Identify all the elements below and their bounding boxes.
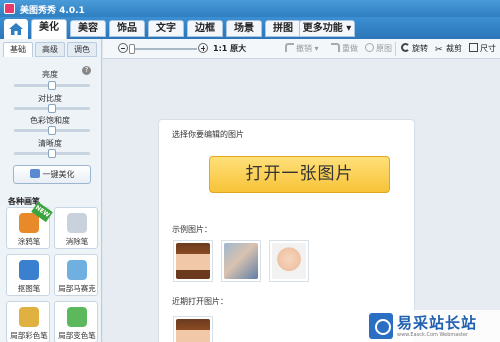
sample-image-2[interactable] — [221, 240, 261, 282]
recent-images-label: 近期打开图片： — [172, 297, 228, 306]
home-icon — [9, 23, 23, 35]
subtab-basic[interactable]: 基础 — [3, 42, 33, 57]
contrast-label: 对比度 — [38, 94, 62, 103]
recent-photo-1 — [176, 319, 210, 342]
brush-mosaic[interactable]: 局部马赛克 — [54, 254, 98, 296]
subtab-advanced[interactable]: 高级 — [35, 42, 65, 57]
contrast-slider-thumb[interactable] — [48, 104, 56, 113]
brightness-label: 亮度 — [42, 70, 58, 79]
zoom-in-icon[interactable] — [198, 43, 208, 53]
welcome-card: 选择你要编辑的图片 打开一张图片 示例图片： 近期打开图片： — [158, 119, 415, 342]
saturation-label: 色彩饱和度 — [30, 116, 70, 125]
color-brush-icon — [67, 307, 87, 327]
undo-label: 撤销 — [296, 44, 312, 53]
original-icon — [365, 43, 374, 52]
brush-local-color-label: 局部彩色笔 — [10, 331, 48, 340]
redo-label: 重做 — [342, 44, 358, 53]
sample-photo-1 — [176, 243, 210, 279]
rotate-label: 旋转 — [412, 44, 428, 53]
scissors-icon: ✂ — [435, 45, 443, 55]
sample-photo-3 — [272, 243, 306, 279]
actual-size-button[interactable]: 1:1 原大 — [213, 43, 246, 55]
one-key-beautify-label: 一键美化 — [42, 170, 75, 179]
one-key-beautify-button[interactable]: 一键美化 — [13, 165, 91, 184]
tab-scene[interactable]: 场景 — [226, 20, 262, 37]
tab-face[interactable]: 美容 — [70, 20, 106, 37]
original-label: 原图 — [376, 44, 392, 53]
open-image-button[interactable]: 打开一张图片 — [209, 156, 390, 193]
crop-label: 裁剪 — [446, 44, 462, 53]
toolbar-divider — [395, 42, 396, 56]
rotate-icon — [401, 43, 410, 52]
redo-icon — [331, 43, 340, 52]
recent-image-1[interactable] — [173, 316, 213, 342]
title-bar: 美图秀秀 4.0.1 — [0, 0, 500, 17]
canvas-area: 选择你要编辑的图片 打开一张图片 示例图片： 近期打开图片： — [103, 59, 500, 342]
undo-dropdown-icon[interactable]: ▾ — [312, 44, 319, 53]
brush-doodle[interactable]: NEW 涂鸦笔 — [6, 201, 53, 249]
tab-frame[interactable]: 边框 — [187, 20, 223, 37]
zoom-slider[interactable] — [131, 48, 197, 50]
tab-accessories[interactable]: 饰品 — [109, 20, 145, 37]
saturation-slider[interactable] — [14, 126, 90, 135]
brush-cutout[interactable]: 抠图笔 — [6, 254, 50, 296]
sample-photo-2 — [224, 243, 258, 279]
tab-text[interactable]: 文字 — [148, 20, 184, 37]
mosaic-icon — [67, 260, 87, 280]
sample-images-label: 示例图片： — [172, 225, 212, 234]
subtab-color[interactable]: 调色 — [67, 42, 97, 57]
saturation-slider-thumb[interactable] — [48, 126, 56, 135]
brush-color-change-label: 局部变色笔 — [58, 331, 96, 340]
resize-icon — [469, 43, 478, 52]
brush-eraser[interactable]: 消除笔 — [54, 207, 98, 249]
watermark-subtext: www.Easck.Com Webmaster — [397, 332, 469, 338]
watermark-logo-icon — [369, 313, 393, 339]
brush-eraser-label: 消除笔 — [65, 237, 89, 246]
main-tab-bar: 美化 美容 饰品 文字 边框 场景 拼图 更多功能 ▾ — [0, 17, 500, 39]
redo-button[interactable]: 重做 — [331, 43, 358, 55]
sample-image-3[interactable] — [269, 240, 309, 282]
tab-more-functions[interactable]: 更多功能 ▾ — [299, 20, 355, 37]
brush-cutout-label: 抠图笔 — [17, 284, 41, 293]
sharpness-slider[interactable] — [14, 149, 90, 158]
rotate-button[interactable]: 旋转 — [401, 43, 428, 55]
sharpness-slider-thumb[interactable] — [48, 149, 56, 158]
zoom-slider-thumb[interactable] — [129, 44, 135, 54]
brush-local-color[interactable]: 局部彩色笔 — [6, 301, 50, 342]
sharpness-label: 清晰度 — [38, 139, 62, 148]
select-image-prompt: 选择你要编辑的图片 — [172, 130, 244, 139]
app-logo-icon — [4, 3, 15, 14]
tab-beautify[interactable]: 美化 — [31, 19, 67, 39]
home-tab[interactable] — [4, 19, 28, 39]
brush-doodle-label: 涂鸦笔 — [17, 237, 41, 246]
brush-color-change[interactable]: 局部变色笔 — [54, 301, 98, 342]
sample-image-1[interactable] — [173, 240, 213, 282]
brightness-slider-thumb[interactable] — [48, 81, 56, 90]
resize-label: 尺寸 — [480, 44, 496, 53]
brightness-slider[interactable] — [14, 81, 90, 90]
crop-button[interactable]: ✂ 裁剪 — [435, 43, 462, 55]
watermark-text: 易采站长站 — [397, 314, 478, 332]
resize-button[interactable]: 尺寸 — [469, 43, 496, 55]
adjust-panel: 基础 高级 调色 ? 亮度 对比度 色彩饱和度 清晰度 一键美化 各种画笔 NE… — [0, 39, 102, 342]
toolbar: 1:1 原大 撤销 ▾ 重做 原图 旋转 ✂ 裁剪 尺寸 — [103, 39, 500, 59]
undo-button[interactable]: 撤销 ▾ — [285, 43, 319, 55]
window-title: 美图秀秀 4.0.1 — [20, 6, 85, 16]
contrast-slider[interactable] — [14, 104, 90, 113]
undo-icon — [285, 43, 294, 52]
brush-mosaic-label: 局部马赛克 — [58, 284, 96, 293]
pen-icon — [19, 260, 39, 280]
tab-collage[interactable]: 拼图 — [265, 20, 301, 37]
original-button[interactable]: 原图 — [365, 43, 392, 55]
pencil-icon — [19, 213, 39, 233]
eraser-icon — [67, 213, 87, 233]
brush-icon — [19, 307, 39, 327]
zoom-out-icon[interactable] — [118, 43, 128, 53]
site-watermark: 易采站长站 www.Easck.Com Webmaster — [365, 310, 500, 342]
magic-wand-icon — [29, 169, 40, 178]
